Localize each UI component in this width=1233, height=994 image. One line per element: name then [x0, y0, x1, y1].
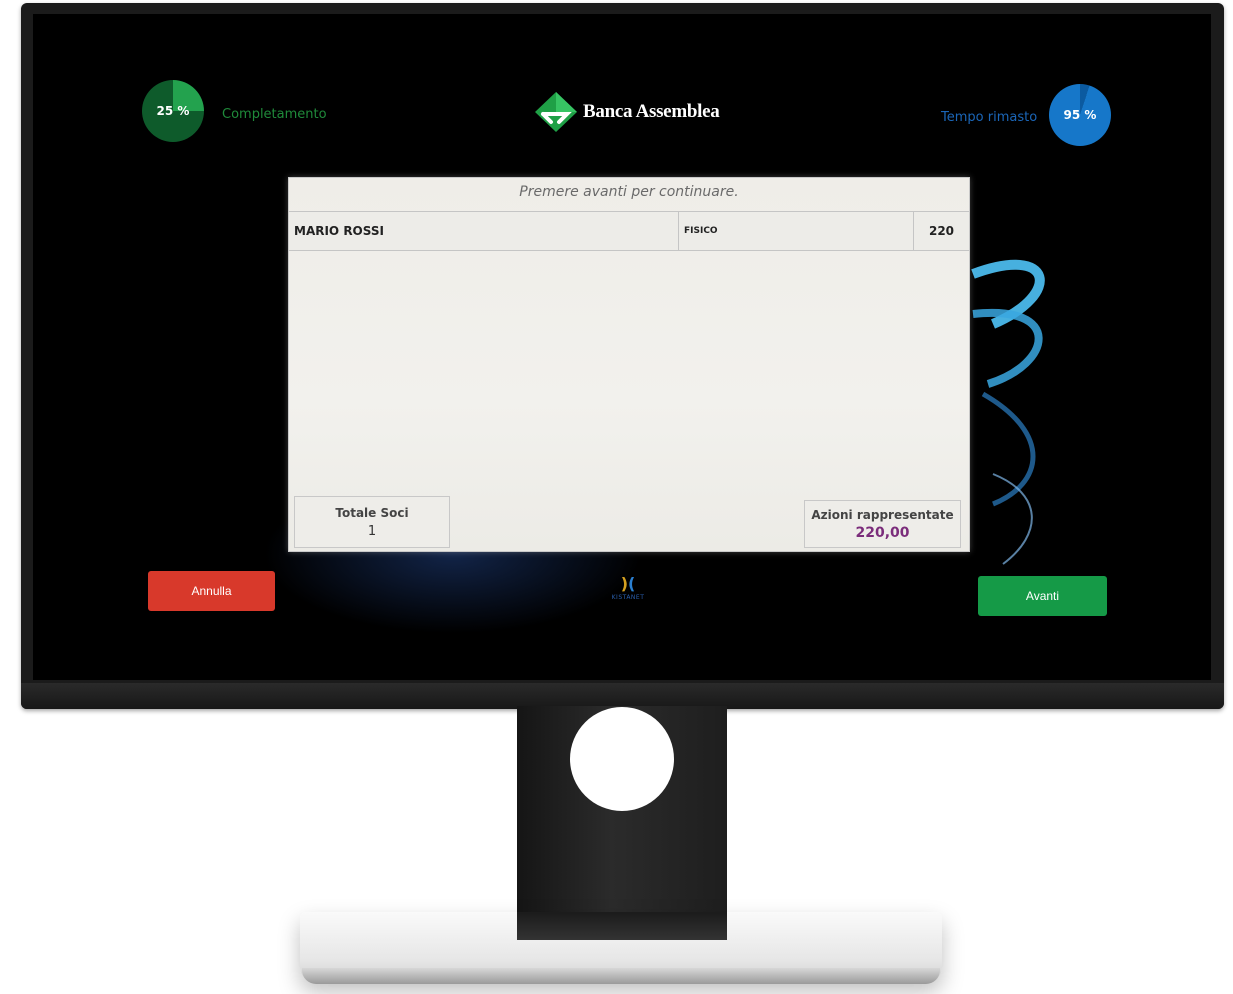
shareholder-type: FISICO: [679, 212, 914, 250]
kiosk-screen: 25 % Completamento Banca Assemblea Tempo…: [33, 14, 1211, 680]
bank-logo: Banca Assemblea: [533, 90, 720, 134]
cancel-button[interactable]: Annulla: [148, 571, 275, 611]
total-members-box: Totale Soci 1: [294, 496, 450, 548]
total-members-value: 1: [367, 523, 377, 539]
monitor: 25 % Completamento Banca Assemblea Tempo…: [21, 3, 1224, 709]
time-remaining-label: Tempo rimasto: [941, 110, 1038, 125]
diamond-logo-icon: [535, 92, 577, 132]
total-members-label: Totale Soci: [335, 505, 409, 520]
represented-shares-value: 220,00: [855, 524, 910, 541]
table-row[interactable]: MARIO ROSSI FISICO 220: [289, 211, 969, 251]
completion-progress-pie: 25 %: [142, 80, 204, 142]
instruction-text: Premere avanti per continuare.: [519, 184, 739, 200]
kistanet-logo-icon: )( KISTANET: [606, 576, 650, 602]
completion-percent: 25 %: [156, 104, 190, 118]
time-remaining-pie: 95 %: [1049, 84, 1111, 146]
brand-text: KISTANET: [611, 594, 645, 601]
represented-shares-box: Azioni rappresentate 220,00: [804, 500, 961, 548]
logo-text: Banca Assemblea: [583, 101, 720, 122]
shareholder-shares: 220: [928, 224, 955, 238]
stand-cable-hole: [570, 707, 674, 811]
next-button[interactable]: Avanti: [978, 576, 1107, 616]
shareholder-name: MARIO ROSSI: [289, 212, 679, 250]
completion-label: Completamento: [222, 107, 327, 122]
stand-neck-foot: [517, 912, 727, 940]
time-remaining-percent: 95 %: [1063, 108, 1097, 122]
shareholder-panel: Premere avanti per continuare. MARIO ROS…: [288, 177, 970, 552]
represented-shares-label: Azioni rappresentate: [811, 507, 954, 522]
stand-base-edge: [302, 968, 940, 984]
